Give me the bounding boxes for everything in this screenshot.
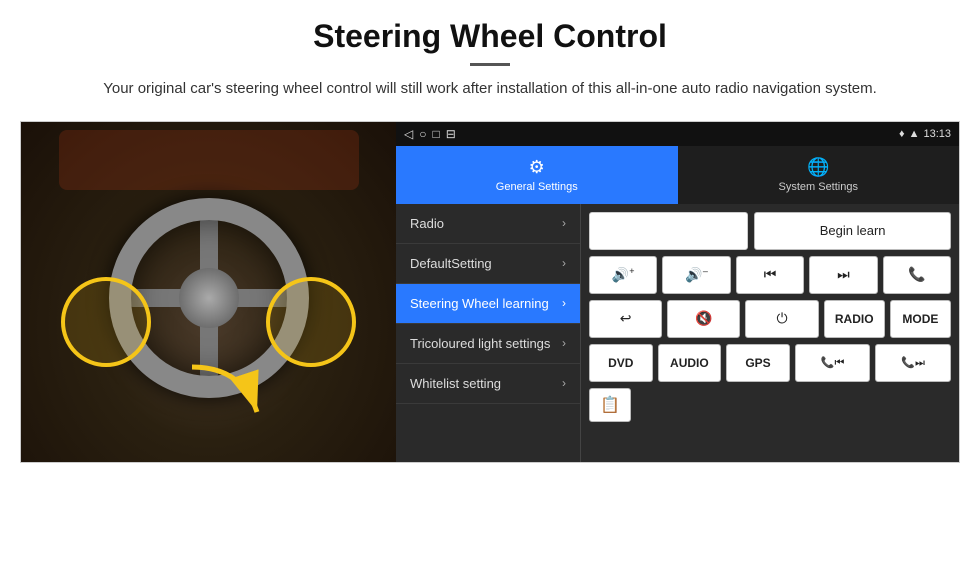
- menu-tricoloured-label: Tricoloured light settings: [410, 336, 550, 351]
- page-title: Steering Wheel Control: [40, 18, 940, 55]
- chevron-icon: ›: [562, 336, 566, 350]
- menu-item-whitelist[interactable]: Whitelist setting ›: [396, 364, 580, 404]
- whitelist-row: 📋: [589, 388, 951, 422]
- next-track-icon: ⏭: [837, 266, 850, 283]
- highlight-circle-right: [266, 277, 356, 367]
- prev-track-icon: ⏮: [764, 266, 777, 283]
- home-icon: ○: [419, 127, 426, 141]
- mute-icon: 🔇: [695, 310, 712, 327]
- dvd-button[interactable]: DVD: [589, 344, 653, 382]
- gps-label: GPS: [745, 356, 770, 370]
- dvd-label: DVD: [608, 356, 633, 370]
- menu-item-tricoloured[interactable]: Tricoloured light settings ›: [396, 324, 580, 364]
- audio-button[interactable]: AUDIO: [658, 344, 722, 382]
- call-prev-button[interactable]: 📞⏮: [795, 344, 871, 382]
- begin-learn-button[interactable]: Begin learn: [754, 212, 951, 250]
- main-content: ◁ ○ □ ⊟ ♦ ▲ 13:13 ⚙ General Settings 🌐 S…: [20, 121, 960, 463]
- status-time-icons: ♦ ▲ 13:13: [899, 128, 951, 140]
- whitelist-icon-button[interactable]: 📋: [589, 388, 631, 422]
- phone-button[interactable]: 📞: [883, 256, 951, 294]
- chevron-icon: ›: [562, 376, 566, 390]
- gps-button[interactable]: GPS: [726, 344, 790, 382]
- mute-button[interactable]: 🔇: [667, 300, 740, 338]
- menu-item-radio[interactable]: Radio ›: [396, 204, 580, 244]
- menu-item-defaultsetting[interactable]: DefaultSetting ›: [396, 244, 580, 284]
- chevron-icon: ›: [562, 296, 566, 310]
- control-row-4: DVD AUDIO GPS 📞⏮ 📞⏭: [589, 344, 951, 382]
- page-subtitle: Your original car's steering wheel contr…: [100, 78, 880, 101]
- chevron-icon: ›: [562, 256, 566, 270]
- empty-field: [589, 212, 748, 250]
- location-icon: ♦: [899, 128, 905, 140]
- tab-general-label: General Settings: [496, 181, 578, 193]
- menu-steering-label: Steering Wheel learning: [410, 296, 549, 311]
- call-back-button[interactable]: ↩: [589, 300, 662, 338]
- back-icon: ◁: [404, 127, 413, 141]
- screenshot-icon: ⊟: [446, 127, 456, 141]
- system-settings-icon: 🌐: [807, 157, 829, 178]
- tab-system-settings[interactable]: 🌐 System Settings: [678, 146, 960, 204]
- mode-label: MODE: [902, 312, 938, 326]
- ui-body: Radio › DefaultSetting › Steering Wheel …: [396, 204, 959, 462]
- call-next-icon: 📞⏭: [901, 356, 925, 370]
- android-ui: ◁ ○ □ ⊟ ♦ ▲ 13:13 ⚙ General Settings 🌐 S…: [396, 122, 959, 462]
- call-back-icon: ↩: [620, 310, 632, 327]
- menu-item-steering-wheel[interactable]: Steering Wheel learning ›: [396, 284, 580, 324]
- dashboard-gauges: [59, 130, 359, 190]
- vol-up-button[interactable]: 🔊+: [589, 256, 657, 294]
- menu-default-label: DefaultSetting: [410, 256, 492, 271]
- power-icon: ⏻: [776, 310, 787, 327]
- prev-track-button[interactable]: ⏮: [736, 256, 804, 294]
- radio-button[interactable]: RADIO: [824, 300, 885, 338]
- control-panel: Begin learn 🔊+ 🔊– ⏮ ⏭: [581, 204, 959, 462]
- next-track-button[interactable]: ⏭: [809, 256, 877, 294]
- phone-icon: 📞: [908, 266, 925, 283]
- status-time: 13:13: [923, 128, 951, 140]
- wifi-icon: ▲: [909, 128, 920, 140]
- status-bar: ◁ ○ □ ⊟ ♦ ▲ 13:13: [396, 122, 959, 146]
- power-button[interactable]: ⏻: [745, 300, 818, 338]
- whitelist-icon: 📋: [600, 395, 620, 415]
- page-header: Steering Wheel Control Your original car…: [0, 0, 980, 111]
- menu-list: Radio › DefaultSetting › Steering Wheel …: [396, 204, 581, 462]
- sw-center: [179, 268, 239, 328]
- call-prev-icon: 📞⏮: [821, 356, 845, 370]
- vol-down-button[interactable]: 🔊–: [662, 256, 730, 294]
- status-nav-icons: ◁ ○ □ ⊟: [404, 127, 456, 141]
- highlight-circle-left: [61, 277, 151, 367]
- call-next-button[interactable]: 📞⏭: [875, 344, 951, 382]
- tab-general-settings[interactable]: ⚙ General Settings: [396, 146, 678, 204]
- tab-system-label: System Settings: [779, 181, 858, 193]
- title-divider: [470, 63, 510, 66]
- control-row-3: ↩ 🔇 ⏻ RADIO MODE: [589, 300, 951, 338]
- recents-icon: □: [432, 127, 439, 141]
- radio-label: RADIO: [835, 312, 874, 326]
- general-settings-icon: ⚙: [529, 157, 545, 178]
- control-row-2: 🔊+ 🔊– ⏮ ⏭ 📞: [589, 256, 951, 294]
- arrow-annotation: [182, 357, 272, 432]
- vol-up-icon: 🔊+: [612, 266, 635, 284]
- tab-bar: ⚙ General Settings 🌐 System Settings: [396, 146, 959, 204]
- chevron-icon: ›: [562, 216, 566, 230]
- control-row-1: Begin learn: [589, 212, 951, 250]
- car-image-section: [21, 122, 396, 462]
- mode-button[interactable]: MODE: [890, 300, 951, 338]
- menu-whitelist-label: Whitelist setting: [410, 376, 501, 391]
- menu-radio-label: Radio: [410, 216, 444, 231]
- audio-label: AUDIO: [670, 356, 709, 370]
- vol-down-icon: 🔊–: [685, 266, 707, 284]
